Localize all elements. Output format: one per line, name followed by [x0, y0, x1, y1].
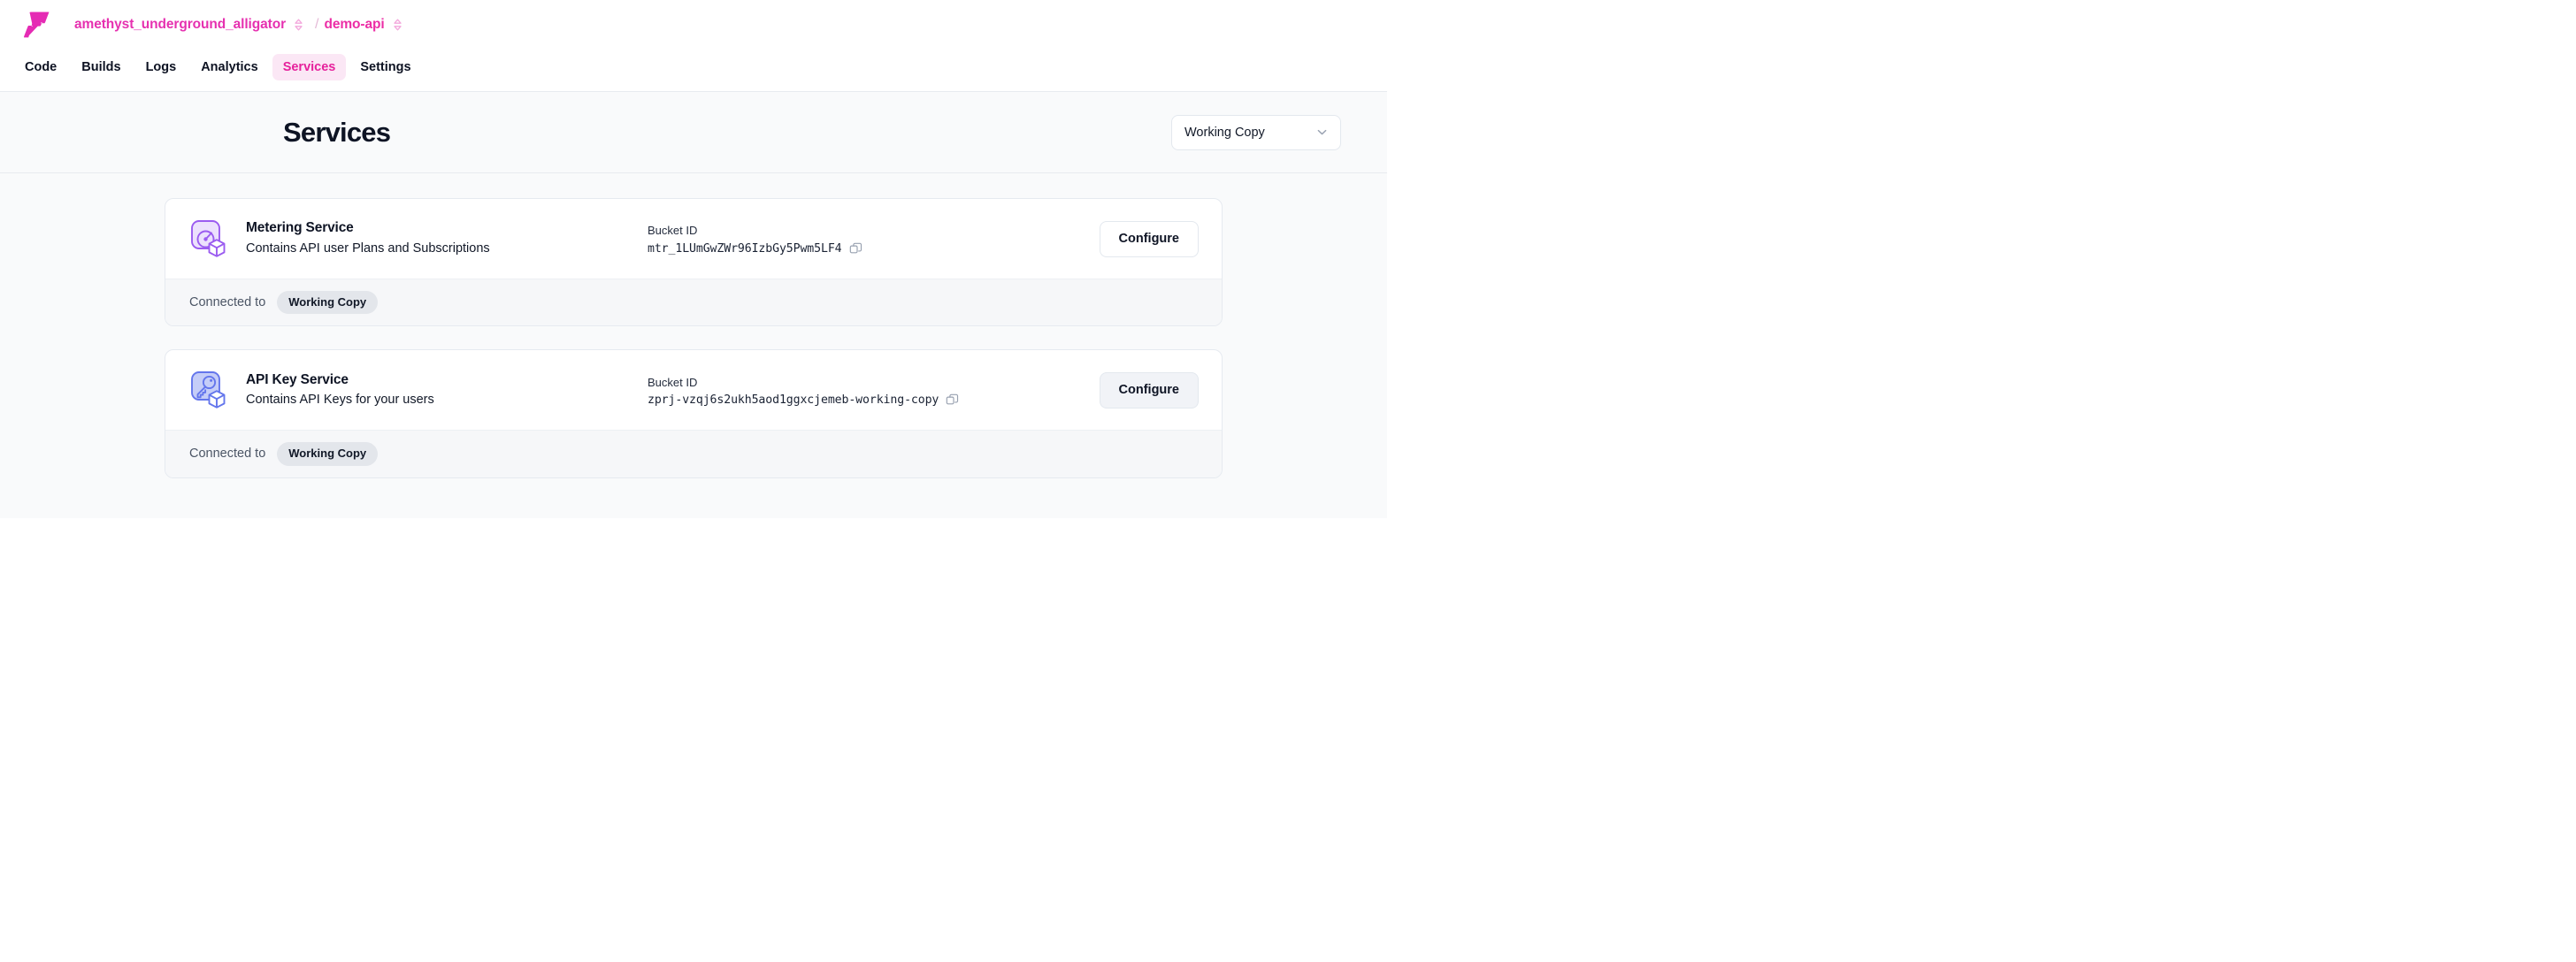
service-card-api-key: API Key Service Contains API Keys for yo… [165, 349, 1223, 478]
service-name: Metering Service [246, 220, 354, 236]
services-list: Metering Service Contains API user Plans… [165, 198, 1223, 478]
tab-code[interactable]: Code [14, 54, 67, 81]
service-card-footer: Connected to Working Copy [165, 430, 1222, 477]
bucket-id-value: mtr_1LUmGwZWr96IzbGy5Pwm5LF4 [648, 241, 842, 256]
connected-to-label: Connected to [189, 447, 266, 462]
services-content: Metering Service Contains API user Plans… [0, 173, 1387, 518]
key-cube-icon [189, 370, 230, 410]
connected-environment-badge: Working Copy [277, 442, 379, 466]
environment-select[interactable]: Working Copy [1171, 114, 1341, 150]
breadcrumb-separator: / [315, 17, 319, 32]
bucket-block: Bucket ID mtr_1LUmGwZWr96IzbGy5Pwm5LF4 [635, 222, 1100, 256]
top-header: amethyst_underground_alligator / demo-ap… [0, 0, 1387, 92]
page-header-band: Services Working Copy [0, 92, 1387, 173]
service-description: Contains API user Plans and Subscription… [246, 240, 490, 256]
service-description: Contains API Keys for your users [246, 393, 434, 408]
service-card-body: API Key Service Contains API Keys for yo… [165, 350, 1222, 430]
page-title: Services [283, 116, 391, 148]
connected-to-label: Connected to [189, 295, 266, 310]
tab-builds[interactable]: Builds [71, 54, 131, 81]
copy-icon[interactable] [946, 393, 959, 407]
brand-row: amethyst_underground_alligator / demo-ap… [14, 0, 1373, 50]
bucket-id-label: Bucket ID [648, 375, 698, 389]
bucket-block: Bucket ID zprj-vzqj6s2ukh5aod1ggxcjemeb-… [635, 374, 1100, 407]
tab-settings[interactable]: Settings [349, 54, 421, 81]
environment-select-value: Working Copy [1184, 125, 1265, 140]
service-card-metering: Metering Service Contains API user Plans… [165, 198, 1223, 327]
chevron-down-icon [1315, 126, 1329, 139]
tab-services[interactable]: Services [272, 53, 347, 81]
breadcrumb-org-selector-icon[interactable] [294, 18, 303, 32]
connected-environment-badge: Working Copy [277, 291, 379, 315]
breadcrumb-org[interactable]: amethyst_underground_alligator [74, 17, 286, 33]
bucket-id-value: zprj-vzqj6s2ukh5aod1ggxcjemeb-working-co… [648, 393, 939, 407]
configure-button[interactable]: Configure [1099, 220, 1199, 257]
tab-logs[interactable]: Logs [135, 54, 188, 81]
breadcrumb-project-selector-icon[interactable] [393, 18, 402, 32]
service-card-body: Metering Service Contains API user Plans… [165, 199, 1222, 279]
breadcrumb: amethyst_underground_alligator / demo-ap… [74, 17, 409, 33]
z-logo-icon[interactable] [14, 7, 60, 42]
tab-analytics[interactable]: Analytics [190, 54, 268, 81]
service-text-block: Metering Service Contains API user Plans… [246, 218, 635, 258]
bucket-id-label: Bucket ID [648, 224, 698, 238]
service-name: API Key Service [246, 371, 349, 387]
configure-button[interactable]: Configure [1099, 371, 1199, 408]
primary-nav-tabs: Code Builds Logs Analytics Services Sett… [14, 48, 1373, 87]
gauge-cube-icon [189, 218, 230, 259]
service-card-footer: Connected to Working Copy [165, 279, 1222, 326]
breadcrumb-project[interactable]: demo-api [324, 17, 384, 33]
service-text-block: API Key Service Contains API Keys for yo… [246, 370, 635, 410]
copy-icon[interactable] [849, 242, 862, 256]
